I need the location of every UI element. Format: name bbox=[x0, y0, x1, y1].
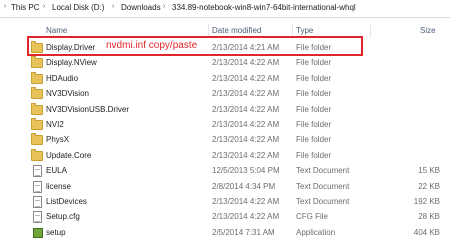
folder-icon bbox=[31, 118, 43, 130]
file-type: File folder bbox=[296, 120, 332, 129]
folder-icon bbox=[31, 133, 43, 146]
file-date-modified: 2/13/2014 4:22 AM bbox=[212, 73, 280, 83]
file-row[interactable]: Setup.cfg 2/13/2014 4:22 AM CFG File 28 KB bbox=[0, 210, 450, 224]
file-name: Display.NView bbox=[46, 58, 97, 68]
document-icon bbox=[33, 196, 42, 208]
file-type: Text Document bbox=[296, 181, 350, 191]
column-header-name[interactable]: Name bbox=[46, 26, 67, 35]
column-divider[interactable] bbox=[370, 24, 371, 38]
chevron-right-icon: › bbox=[163, 3, 166, 10]
file-name: ListDevices bbox=[46, 197, 87, 206]
file-row[interactable]: NVI2 2/13/2014 4:22 AM File folder bbox=[0, 118, 450, 132]
file-row[interactable]: ListDevices 2/13/2014 4:22 AM Text Documen… bbox=[0, 195, 450, 209]
file-type: Text Document bbox=[296, 166, 350, 176]
file-type: CFG File bbox=[296, 212, 328, 222]
file-type: Text Document bbox=[296, 197, 350, 206]
file-row[interactable]: NV3DVisionUSB.Driver 2/13/2014 4:22 AM Fil… bbox=[0, 102, 450, 117]
file-size: 404 KB bbox=[413, 227, 440, 237]
folder-icon bbox=[31, 148, 43, 161]
folder-icon bbox=[31, 87, 43, 100]
file-row[interactable]: PhysX 2/13/2014 4:22 AM File folder bbox=[0, 133, 450, 147]
file-name: setup bbox=[46, 227, 66, 237]
chevron-right-icon: › bbox=[43, 3, 46, 10]
file-name: Setup.cfg bbox=[46, 212, 80, 222]
file-name: NV3DVisionUSB.Driver bbox=[46, 104, 129, 114]
file-type: File folder bbox=[296, 58, 332, 68]
folder-icon bbox=[31, 102, 43, 115]
document-icon bbox=[33, 211, 42, 224]
file-date-modified: 2/13/2014 4:22 AM bbox=[212, 197, 280, 206]
file-name: NVI2 bbox=[46, 120, 64, 129]
file-size: 28 KB bbox=[418, 212, 440, 222]
folder-icon bbox=[31, 56, 43, 69]
file-size: 22 KB bbox=[418, 181, 440, 191]
column-header-date[interactable]: Date modified bbox=[212, 26, 261, 35]
file-name: EULA bbox=[46, 166, 67, 176]
breadcrumb-this-pc[interactable]: This PC bbox=[11, 3, 39, 12]
file-date-modified: 2/13/2014 4:22 AM bbox=[212, 135, 280, 145]
document-icon bbox=[33, 165, 42, 178]
file-size: 15 KB bbox=[418, 166, 440, 176]
document-icon bbox=[33, 180, 42, 193]
breadcrumb-local-disk[interactable]: Local Disk (D:) bbox=[52, 3, 104, 12]
file-type: Application bbox=[296, 227, 336, 237]
file-row[interactable]: setup 2/5/2014 7:31 AM Application 404 KB bbox=[0, 226, 450, 240]
file-size: 192 KB bbox=[413, 197, 440, 206]
file-row[interactable]: HDAudio 2/13/2014 4:22 AM File folder bbox=[0, 71, 450, 86]
file-type: File folder bbox=[296, 89, 332, 99]
file-row[interactable]: EULA 12/5/2013 5:04 PM Text Document 15 KB bbox=[0, 164, 450, 178]
file-name: license bbox=[46, 181, 71, 191]
chevron-right-icon: › bbox=[112, 3, 115, 10]
chevron-right-icon: › bbox=[4, 3, 7, 10]
file-row[interactable]: NV3DVision 2/13/2014 4:22 AM File folder bbox=[0, 87, 450, 101]
file-name: NV3DVision bbox=[46, 89, 89, 99]
file-type: File folder bbox=[296, 150, 332, 160]
file-date-modified: 2/13/2014 4:22 AM bbox=[212, 150, 280, 160]
address-bar-breadcrumb[interactable]: › This PC › Local Disk (D:) › Downloads … bbox=[0, 0, 450, 18]
file-name: Update.Core bbox=[46, 150, 92, 160]
file-type: File folder bbox=[296, 104, 332, 114]
file-date-modified: 2/13/2014 4:22 AM bbox=[212, 58, 280, 68]
column-header-size[interactable]: Size bbox=[420, 26, 436, 35]
file-date-modified: 2/5/2014 7:31 AM bbox=[212, 227, 275, 237]
file-date-modified: 2/13/2014 4:22 AM bbox=[212, 212, 280, 222]
breadcrumb-downloads[interactable]: Downloads bbox=[121, 3, 161, 12]
file-type: File folder bbox=[296, 135, 332, 145]
column-header-type[interactable]: Type bbox=[296, 26, 313, 35]
file-name: HDAudio bbox=[46, 73, 79, 83]
file-date-modified: 2/13/2014 4:22 AM bbox=[212, 89, 280, 99]
folder-icon bbox=[31, 71, 43, 84]
file-date-modified: 12/5/2013 5:04 PM bbox=[212, 166, 280, 176]
file-row[interactable]: Display.NView 2/13/2014 4:22 AM File folde… bbox=[0, 56, 450, 70]
file-type: File folder bbox=[296, 73, 332, 83]
file-date-modified: 2/13/2014 4:22 AM bbox=[212, 120, 280, 129]
file-date-modified: 2/8/2014 4:34 PM bbox=[212, 181, 276, 191]
file-name: PhysX bbox=[46, 135, 70, 145]
file-row[interactable]: Update.Core 2/13/2014 4:22 AM File folder bbox=[0, 148, 450, 163]
setup-app-icon bbox=[33, 227, 43, 238]
file-row[interactable]: license 2/8/2014 4:34 PM Text Document 22 K… bbox=[0, 180, 450, 194]
file-date-modified: 2/13/2014 4:22 AM bbox=[212, 104, 280, 114]
breadcrumb-driver-folder[interactable]: 334.89-notebook-win8-win7-64bit-internat… bbox=[172, 3, 356, 12]
annotation-text: nvdmi.inf copy/paste bbox=[106, 40, 198, 51]
